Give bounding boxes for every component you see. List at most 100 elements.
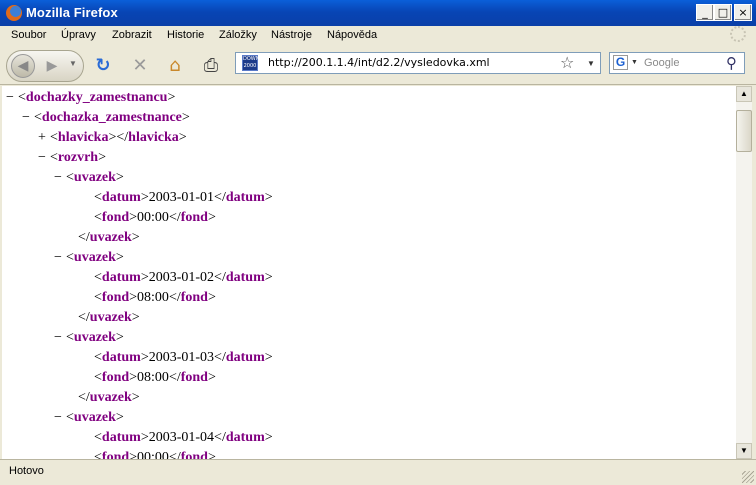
xml-bracket: < <box>94 190 102 205</box>
xml-bracket: < <box>94 290 102 305</box>
xml-tag-name: datum <box>101 270 141 285</box>
xml-bracket: > <box>129 370 138 385</box>
xml-bracket: > <box>181 110 190 125</box>
xml-bracket: </ <box>78 310 90 325</box>
window-title: Mozilla Firefox <box>26 5 118 20</box>
xml-line: </uvazek> <box>54 228 140 248</box>
xml-text-value: 00:00 <box>137 210 169 225</box>
firefox-icon[interactable] <box>6 5 22 21</box>
back-button[interactable]: ◀ <box>11 54 35 78</box>
xml-tag-name: uvazek <box>89 230 132 245</box>
xml-bracket: < <box>18 90 26 105</box>
xml-toggle-button[interactable]: − <box>54 328 66 348</box>
xml-line: <datum>2003-01-02</datum> <box>70 268 273 288</box>
scroll-down-icon: ▼ <box>740 446 748 455</box>
xml-bracket: > <box>129 210 138 225</box>
xml-toggle-button[interactable]: − <box>22 108 34 128</box>
xml-toggle-button[interactable]: + <box>38 128 50 148</box>
xml-bracket: </ <box>168 290 181 305</box>
search-engine-dropdown[interactable]: ▼ <box>631 59 638 66</box>
menu-historie[interactable]: Historie <box>167 29 204 41</box>
xml-bracket: </ <box>168 370 181 385</box>
xml-tag-name: uvazek <box>89 390 132 405</box>
back-forward-group: ◀ ▶ ▼ <box>6 50 84 82</box>
xml-bracket: > <box>264 430 273 445</box>
scroll-up-icon: ▲ <box>740 89 748 98</box>
scroll-down-button[interactable]: ▼ <box>736 443 752 459</box>
xml-tree-view: − <dochazky_zamestnancu> − <dochazka_zamest… <box>2 86 736 459</box>
xml-tag-name: uvazek <box>89 310 132 325</box>
arrow-right-icon: ▶ <box>46 58 58 74</box>
maximize-button[interactable]: □ <box>714 4 732 21</box>
scroll-up-button[interactable]: ▲ <box>736 86 752 102</box>
xml-tag-name: fond <box>101 210 130 225</box>
search-input[interactable]: Google <box>644 57 679 69</box>
xml-bracket: > <box>115 170 124 185</box>
xml-tag-name: fond <box>101 290 130 305</box>
xml-line: − <uvazek> <box>54 248 124 268</box>
menu-upravy[interactable]: Úpravy <box>61 29 96 41</box>
navigation-toolbar: ◀ ▶ ▼ ↻ ✕ ⌂ ⎙ DOWN 2000 http://200.1.1.4… <box>0 46 756 85</box>
menu-soubor[interactable]: Soubor <box>11 29 46 41</box>
xml-toggle-button[interactable]: − <box>38 148 50 168</box>
xml-text-value: 08:00 <box>137 370 169 385</box>
xml-toggle-button[interactable]: − <box>54 408 66 428</box>
address-bar[interactable]: DOWN 2000 http://200.1.1.4/int/d2.2/vysl… <box>235 52 601 74</box>
xml-tag-name: uvazek <box>73 250 116 265</box>
close-button[interactable]: × <box>734 4 752 21</box>
xml-bracket: > <box>167 90 176 105</box>
printer-icon: ⎙ <box>203 55 219 76</box>
menu-bar: Soubor Úpravy Zobrazit Historie Záložky … <box>0 26 756 46</box>
xml-text-value: 00:00 <box>137 450 169 459</box>
xml-bracket: < <box>94 270 102 285</box>
forward-button[interactable]: ▶ <box>41 56 63 76</box>
xml-bracket: </ <box>214 190 226 205</box>
arrow-left-icon: ◀ <box>17 58 29 74</box>
menu-zalozky[interactable]: Záložky <box>219 29 257 41</box>
url-history-dropdown[interactable]: ▼ <box>587 59 595 68</box>
xml-line: <datum>2003-01-03</datum> <box>70 348 273 368</box>
xml-bracket: > <box>207 370 216 385</box>
xml-tag-name: datum <box>101 350 141 365</box>
xml-bracket: < <box>66 170 74 185</box>
home-icon: ⌂ <box>169 55 181 76</box>
xml-bracket: < <box>34 110 42 125</box>
xml-toggle-button[interactable]: − <box>54 168 66 188</box>
xml-close-tag-name: datum <box>225 190 265 205</box>
xml-tag-name: uvazek <box>73 170 116 185</box>
menu-nastroje[interactable]: Nástroje <box>271 29 312 41</box>
search-bar[interactable]: G ▼ Google ⚲ <box>609 52 745 74</box>
xml-toggle-button[interactable]: − <box>54 248 66 268</box>
site-favicon-icon: DOWN 2000 <box>242 55 260 71</box>
scroll-thumb[interactable] <box>736 110 752 152</box>
xml-tag-name: fond <box>101 370 130 385</box>
xml-bracket: < <box>66 330 74 345</box>
xml-close-tag-name: fond <box>180 370 208 385</box>
xml-line: − <dochazka_zamestnance> <box>22 108 190 128</box>
resize-grip[interactable] <box>742 471 754 483</box>
xml-line: − <uvazek> <box>54 328 124 348</box>
reload-button[interactable]: ↻ <box>91 54 115 78</box>
print-button[interactable]: ⎙ <box>199 54 223 78</box>
home-button[interactable]: ⌂ <box>163 54 187 78</box>
xml-bracket: < <box>94 350 102 365</box>
menu-napoveda[interactable]: Nápověda <box>327 29 377 41</box>
xml-bracket: > <box>264 190 273 205</box>
menu-zobrazit[interactable]: Zobrazit <box>112 29 152 41</box>
search-magnifier-icon[interactable]: ⚲ <box>726 54 737 72</box>
xml-bracket: < <box>66 250 74 265</box>
url-input[interactable]: http://200.1.1.4/int/d2.2/vysledovka.xml <box>268 56 490 69</box>
minimize-button[interactable]: _ <box>696 4 714 21</box>
history-dropdown-button[interactable]: ▼ <box>69 59 77 68</box>
xml-line: − <rozvrh> <box>38 148 106 168</box>
xml-bracket: < <box>94 210 102 225</box>
title-bar: Mozilla Firefox _ □ × <box>0 0 756 26</box>
xml-bracket: > <box>131 310 140 325</box>
xml-tag-name: uvazek <box>73 330 116 345</box>
bookmark-star-icon[interactable]: ☆ <box>560 53 574 72</box>
xml-toggle-button[interactable]: − <box>6 88 18 108</box>
xml-bracket: > <box>140 430 149 445</box>
vertical-scrollbar[interactable]: ▲ ▼ <box>736 86 752 459</box>
google-engine-icon[interactable]: G <box>613 55 628 70</box>
stop-button[interactable]: ✕ <box>128 54 152 78</box>
